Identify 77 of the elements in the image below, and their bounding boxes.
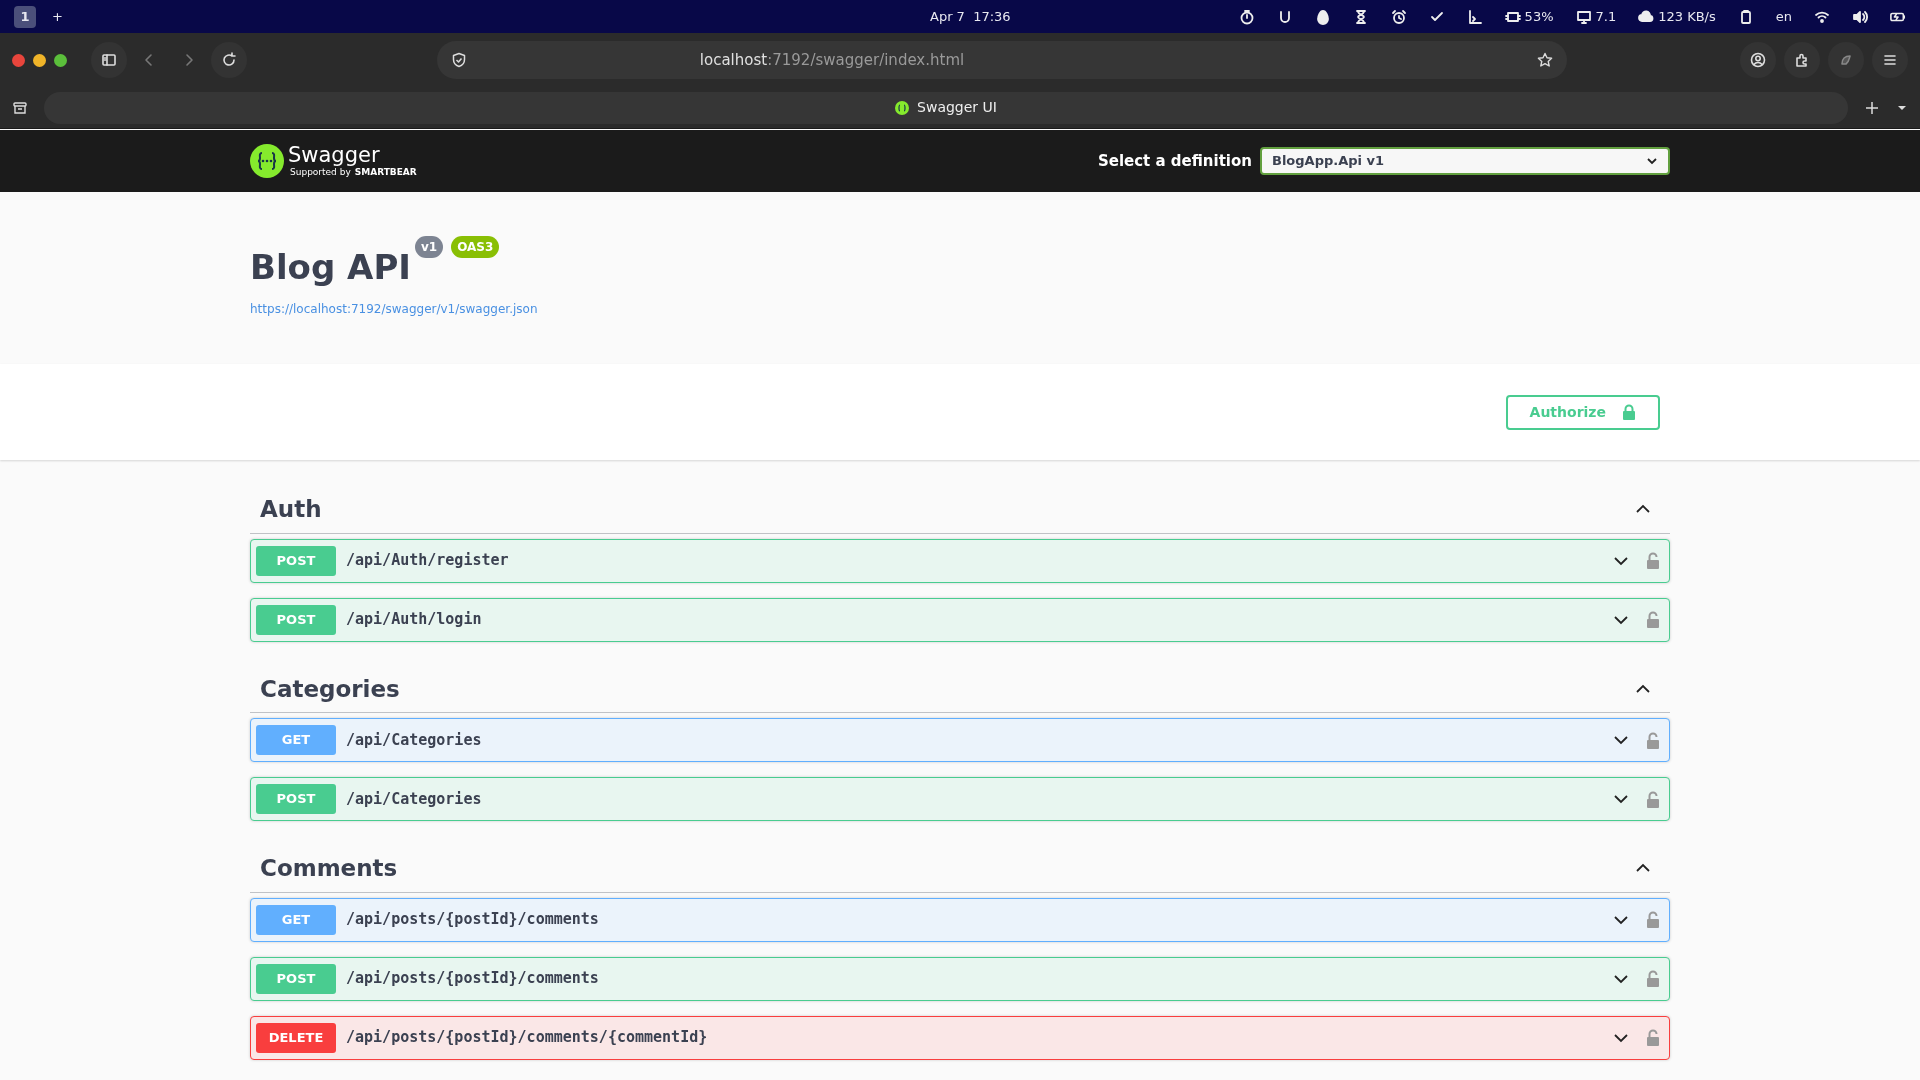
menu-icon [1882, 52, 1898, 68]
close-button[interactable] [12, 53, 25, 67]
logo-icon [250, 144, 284, 178]
shield-icon[interactable] [451, 52, 467, 68]
endpoint-path: /api/Categories [345, 788, 482, 810]
workspace-indicator[interactable]: 1 [14, 5, 36, 28]
lock-icon [1646, 970, 1660, 987]
new-tab-icon[interactable] [1864, 99, 1880, 116]
method-label: GET [256, 904, 336, 935]
sidebar-button[interactable] [91, 42, 127, 78]
add-workspace-button[interactable]: + [52, 6, 63, 27]
operation-row[interactable]: GET /api/posts/{postId}/comments [250, 897, 1670, 942]
browser-tab[interactable]: Swagger UI [44, 91, 1848, 124]
lock-icon [1646, 611, 1660, 628]
version-badge: v1 [415, 236, 444, 258]
url-text[interactable]: localhost:7192/swagger/index.html [699, 50, 965, 69]
star-icon[interactable] [1537, 52, 1553, 68]
endpoint-path: /api/posts/{postId}/comments [345, 909, 599, 931]
reload-button[interactable] [211, 42, 247, 78]
definition-select[interactable]: BlogApp.Api v1 [1260, 147, 1670, 175]
monitor-icon[interactable] [1575, 8, 1592, 25]
endpoint-path: /api/posts/{postId}/comments [345, 968, 599, 990]
lock-icon [1646, 911, 1660, 928]
logo-text: Swagger [288, 145, 381, 166]
definition-label: Select a definition [1097, 150, 1252, 172]
method-label: POST [256, 604, 336, 635]
endpoint-path: /api/Categories [345, 729, 482, 751]
method-label: POST [256, 963, 336, 994]
egg-icon[interactable] [1314, 8, 1331, 25]
clock[interactable]: Apr 7 17:36 [930, 6, 1011, 27]
chip-reading: 53% [1524, 7, 1554, 26]
section-header[interactable]: Auth [250, 482, 1670, 534]
cloud-icon[interactable] [1638, 8, 1655, 25]
cloud-reading: 123 KB/s [1658, 7, 1716, 26]
operation-row[interactable]: GET /api/Categories [250, 718, 1670, 762]
operation-row[interactable]: POST /api/Auth/register [250, 538, 1670, 583]
chevron-down-icon [1646, 155, 1658, 167]
monitor-reading: 7.1 [1595, 7, 1617, 26]
profile-button[interactable] [1740, 42, 1776, 78]
address-bar[interactable]: localhost:7192/swagger/index.html [437, 41, 1567, 79]
menu-button[interactable] [1872, 42, 1908, 78]
minimize-button[interactable] [33, 53, 46, 67]
language-indicator[interactable]: en [1775, 6, 1792, 27]
method-label: POST [256, 784, 336, 814]
operation-row[interactable]: POST /api/Categories [250, 777, 1670, 821]
endpoint-path: /api/Auth/register [345, 550, 509, 572]
terminal-icon[interactable] [1466, 8, 1483, 25]
api-title: Blog API [250, 250, 411, 284]
logo-tagline: Supported by [290, 168, 351, 177]
maximize-button[interactable] [54, 53, 67, 67]
section-header[interactable]: Comments [250, 841, 1670, 893]
method-label: GET [256, 725, 336, 755]
extension-button[interactable] [1828, 42, 1864, 78]
spec-badge: OAS3 [451, 236, 500, 258]
sidebar-icon [101, 52, 117, 68]
section-header[interactable]: Categories [250, 661, 1670, 713]
lock-icon [1646, 790, 1660, 808]
method-label: POST [256, 545, 336, 576]
profile-icon [1750, 52, 1766, 68]
operation-row[interactable]: DELETE /api/posts/{postId}/comments/{commentId} [250, 1015, 1670, 1060]
extensions-button[interactable] [1784, 42, 1820, 78]
lock-icon [1646, 552, 1660, 569]
lock-icon [1646, 731, 1660, 749]
reload-icon [221, 52, 237, 68]
volume-icon[interactable] [1852, 8, 1868, 25]
operation-row[interactable]: POST /api/Auth/login [250, 597, 1670, 642]
lock-icon [1646, 1029, 1660, 1046]
favicon-icon [895, 100, 910, 115]
lock-icon [1622, 404, 1636, 420]
stopwatch-icon[interactable] [1238, 8, 1255, 25]
logo-brand: SMARTBEAR [354, 168, 417, 177]
endpoint-path: /api/posts/{postId}/comments/{commentId} [345, 1027, 708, 1049]
operation-row[interactable]: POST /api/posts/{postId}/comments [250, 956, 1670, 1001]
method-label: DELETE [256, 1022, 336, 1053]
alarm-clock-icon[interactable] [1390, 8, 1407, 25]
extensions-icon [1794, 52, 1810, 68]
endpoint-path: /api/Auth/login [345, 609, 482, 631]
